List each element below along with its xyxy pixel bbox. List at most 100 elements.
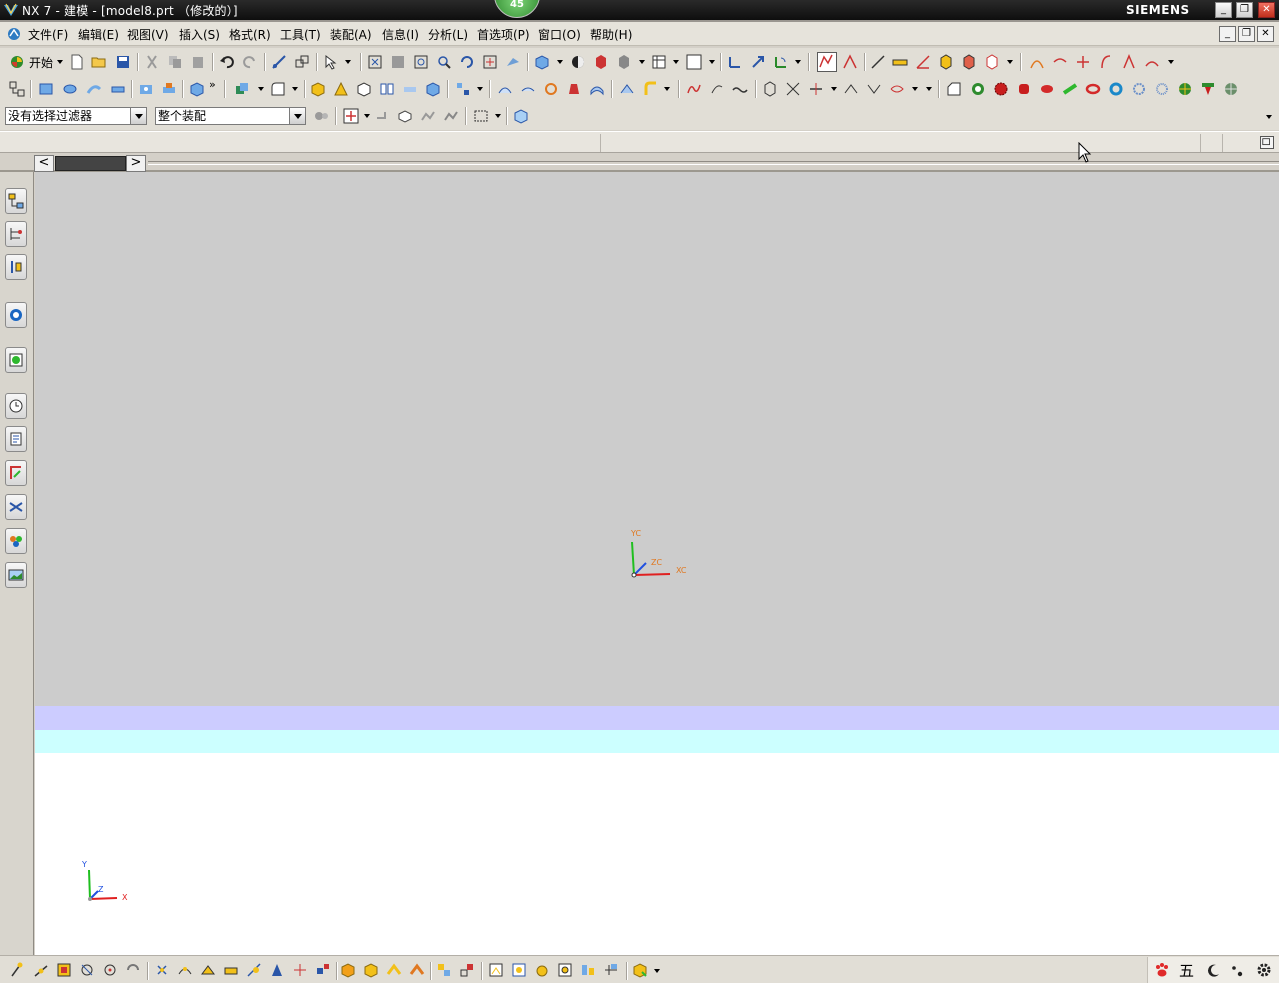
wcs-rotate-icon[interactable]: [773, 54, 789, 70]
layer-settings-icon[interactable]: [603, 962, 619, 978]
pipe-green-icon[interactable]: [1062, 81, 1078, 97]
menu-tools[interactable]: 工具(T): [280, 26, 321, 43]
snap-grid-icon[interactable]: [315, 962, 331, 978]
layout-icon[interactable]: [651, 54, 667, 70]
intersect-curve-icon[interactable]: [785, 81, 801, 97]
selection-options-icon[interactable]: [323, 54, 339, 70]
snap-quadrant-icon[interactable]: [125, 962, 141, 978]
doc-restore-button[interactable]: ❐: [1238, 26, 1255, 42]
spline-icon[interactable]: [686, 81, 702, 97]
mirror-curve-icon[interactable]: [866, 81, 882, 97]
resource-part-navigator[interactable]: [5, 254, 27, 280]
studio-display-icon[interactable]: [593, 54, 609, 70]
new-file-icon[interactable]: [69, 54, 85, 70]
tab-scroll-left-button[interactable]: <: [34, 155, 54, 172]
zoom-in-out-icon[interactable]: [436, 54, 452, 70]
sweep-icon[interactable]: [86, 81, 102, 97]
type-filter-dropdown[interactable]: 没有选择过滤器: [5, 107, 147, 125]
n-sided-icon[interactable]: [566, 81, 582, 97]
assembly-clearance-icon[interactable]: [984, 54, 1000, 70]
snap-point-on-curve-icon[interactable]: [177, 962, 193, 978]
thicken-icon[interactable]: [402, 81, 418, 97]
offset-face-icon[interactable]: [356, 81, 372, 97]
snap-endpoint-icon[interactable]: [10, 962, 26, 978]
cut-icon[interactable]: [144, 54, 160, 70]
component-icon[interactable]: [386, 962, 402, 978]
copy-icon[interactable]: [167, 54, 183, 70]
measure-body-icon[interactable]: [938, 54, 954, 70]
sew-icon[interactable]: [619, 81, 635, 97]
pattern-icon[interactable]: [455, 81, 471, 97]
start-icon[interactable]: [9, 54, 25, 70]
resource-assembly-navigator[interactable]: [5, 188, 27, 214]
command-finder-icon[interactable]: [294, 54, 310, 70]
close-button[interactable]: ✕: [1258, 2, 1275, 18]
selection-gears-icon[interactable]: [313, 108, 329, 124]
selection-scope-dropdown-arrow[interactable]: [289, 108, 305, 124]
fit-view-icon[interactable]: [367, 54, 383, 70]
snap-arc-center-icon[interactable]: [102, 962, 118, 978]
full-screen-icon[interactable]: [1260, 136, 1274, 149]
combined-curve-icon[interactable]: [843, 81, 859, 97]
datum-plane-icon[interactable]: [870, 54, 886, 70]
curve-analysis-icon[interactable]: [1029, 54, 1045, 70]
resource-history-palette[interactable]: [5, 562, 27, 588]
through-curves-icon[interactable]: [520, 81, 536, 97]
move-component-icon[interactable]: [409, 962, 425, 978]
measure-distance-icon[interactable]: [892, 54, 908, 70]
zoom-icon[interactable]: [413, 54, 429, 70]
gear-outline-2-icon[interactable]: [1154, 81, 1170, 97]
snap-control-point-icon[interactable]: [56, 962, 72, 978]
menu-analysis[interactable]: 分析(L): [428, 26, 468, 43]
sketch-icon[interactable]: [817, 52, 837, 72]
baidu-paw-icon[interactable]: [1154, 962, 1172, 978]
project-curve-icon[interactable]: [808, 81, 824, 97]
wcs-dynamics-icon[interactable]: [727, 54, 743, 70]
selection-scope-dropdown[interactable]: 整个装配: [155, 107, 306, 125]
surface-mesh-icon[interactable]: [497, 81, 513, 97]
ime-settings-gear-icon[interactable]: [1256, 962, 1272, 978]
menu-insert[interactable]: 插入(S): [179, 26, 220, 43]
explode-view-icon[interactable]: [459, 962, 475, 978]
info-point-icon[interactable]: [580, 962, 596, 978]
part-navigator-icon[interactable]: [9, 81, 25, 97]
doc-minimize-button[interactable]: _: [1219, 26, 1236, 42]
snap-point-icon[interactable]: [343, 108, 359, 124]
menu-edit[interactable]: 编辑(E): [78, 26, 119, 43]
resource-manufacturing-wizard[interactable]: [5, 494, 27, 520]
snap-bounded-icon[interactable]: [223, 962, 239, 978]
resource-roles[interactable]: [5, 528, 27, 554]
snap-intersection-icon[interactable]: [79, 962, 95, 978]
edge-blend-icon[interactable]: [270, 81, 286, 97]
wcs-origin-icon[interactable]: [750, 54, 766, 70]
target-icon[interactable]: [557, 962, 573, 978]
shell-icon[interactable]: [310, 81, 326, 97]
restore-button[interactable]: ❐: [1236, 2, 1253, 18]
undo-icon[interactable]: [219, 54, 235, 70]
wrap-curve-icon[interactable]: [889, 81, 905, 97]
pipe-red-icon[interactable]: [1039, 81, 1055, 97]
assembly-constraints-icon[interactable]: [436, 962, 452, 978]
quick-pick-icon[interactable]: [632, 962, 648, 978]
selection-bar-options-arrow[interactable]: [1266, 115, 1272, 119]
view-section-icon[interactable]: [511, 962, 527, 978]
cylinder-red-icon[interactable]: [1016, 81, 1032, 97]
rotate-icon[interactable]: [459, 54, 475, 70]
shaded-display-icon[interactable]: [534, 54, 550, 70]
active-document-tab[interactable]: [55, 156, 126, 171]
green-ring-icon[interactable]: [970, 81, 986, 97]
punctuation-icon[interactable]: [1230, 963, 1246, 979]
rectangle-select-icon[interactable]: [473, 108, 489, 124]
work-part-icon[interactable]: [340, 962, 356, 978]
offset-curve-icon[interactable]: [1052, 54, 1068, 70]
hole-icon[interactable]: [138, 81, 154, 97]
select-feature-icon[interactable]: [513, 108, 529, 124]
mass-props-icon[interactable]: [961, 54, 977, 70]
studio-surface-icon[interactable]: [543, 81, 559, 97]
trim-body-icon[interactable]: [425, 81, 441, 97]
graphics-window[interactable]: YC ZC XC Y Z X: [35, 142, 1279, 955]
menu-file[interactable]: 文件(F): [28, 26, 68, 43]
join-curve-icon[interactable]: [1121, 54, 1137, 70]
wheel-green-icon[interactable]: [1177, 81, 1193, 97]
extrude-icon[interactable]: [38, 81, 54, 97]
